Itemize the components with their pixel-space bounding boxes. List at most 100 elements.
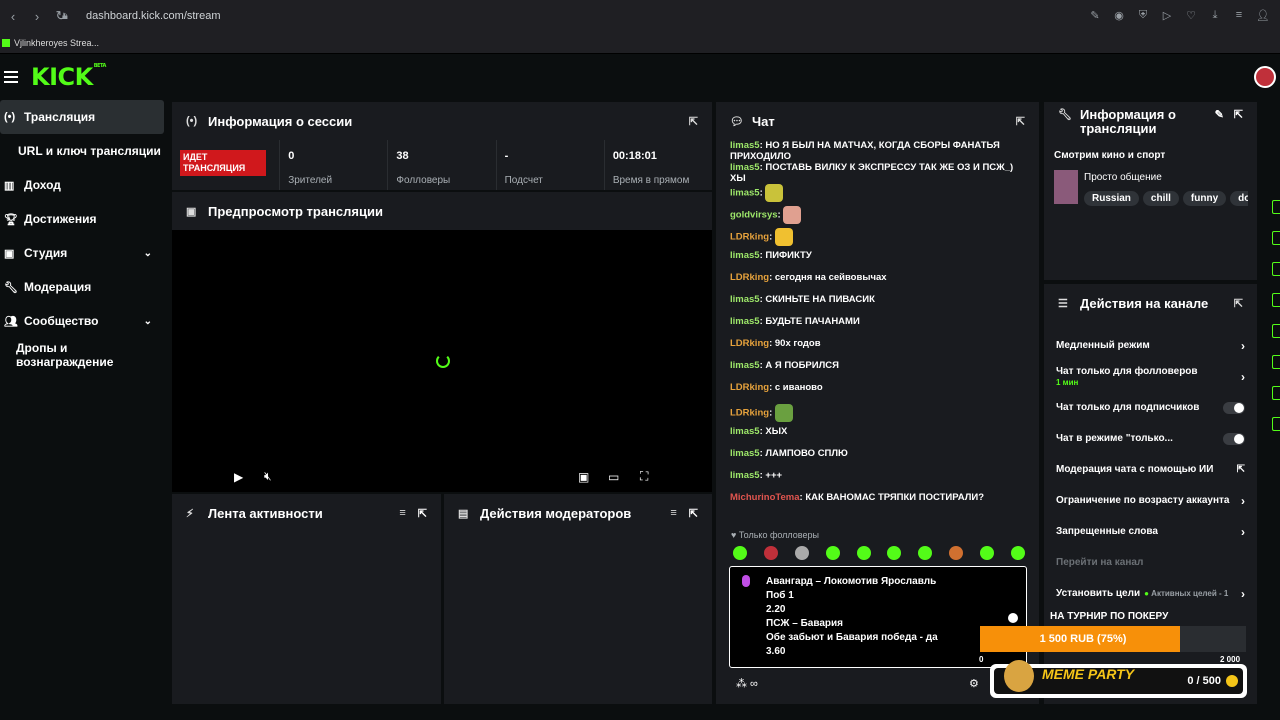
mute-icon[interactable]: 🔇︎ (264, 469, 272, 484)
menu-icon[interactable]: ≡ (1230, 6, 1248, 24)
meme-party-widget: MEME PARTY 0 / 500 (990, 660, 1247, 698)
fullscreen-icon[interactable]: ⛶ (640, 469, 648, 484)
sidebar-item-drops[interactable]: Дропы и вознаграждение (0, 338, 164, 372)
bolt-icon: ⚡︎ (186, 507, 194, 520)
download-icon[interactable]: ⤓ (1206, 6, 1224, 24)
set-goals-row[interactable]: Установить цели ● Активных целей - 1 › (1044, 578, 1257, 609)
go-to-channel-row[interactable]: Перейти на канал (1044, 547, 1257, 578)
ai-moderation-row[interactable]: Модерация чата с помощью ИИ ⇱ (1044, 454, 1257, 485)
emote-icon[interactable] (794, 546, 809, 560)
profile-icon[interactable]: 👤︎ (1254, 6, 1272, 24)
bookmark-item[interactable]: Vjlinkheroyes Strea... (14, 38, 99, 48)
play-icon[interactable]: ▷ (1158, 6, 1176, 24)
chat-username[interactable]: LDRking (730, 338, 769, 349)
tag: dota2 (1230, 191, 1248, 206)
banned-words-row[interactable]: Запрещенные слова › (1044, 516, 1257, 547)
chat-username[interactable]: goldvirsys (730, 210, 778, 221)
followers-only-row[interactable]: Чат только для фолловеров 1 мин › (1044, 361, 1257, 392)
chat-username[interactable]: LDRking (730, 408, 769, 419)
filter-icon[interactable]: ≡ (670, 507, 676, 519)
edit-icon[interactable]: ✎ (1215, 108, 1224, 121)
emote-icon[interactable] (980, 546, 994, 560)
chat-username[interactable]: limas5 (730, 316, 760, 327)
emote-icon[interactable] (887, 546, 902, 560)
chat-message: MichurinoTema: КАК ВАНОМАС ТРЯПКИ ПОСТИР… (730, 492, 985, 503)
chat-username[interactable]: limas5 (730, 162, 760, 173)
chat-username[interactable]: limas5 (730, 250, 760, 261)
emote-icon[interactable] (825, 546, 840, 560)
chat-username[interactable]: limas5 (730, 448, 760, 459)
emote-only-toggle[interactable] (1223, 432, 1245, 445)
mic-icon[interactable] (742, 575, 750, 587)
chat-username[interactable]: MichurinoTema (730, 492, 800, 503)
chat-username[interactable]: limas5 (730, 140, 760, 151)
sidebar-item-studio[interactable]: ▣ Студия ⌄ (0, 236, 164, 270)
chat-username[interactable]: LDRking (730, 382, 769, 393)
edit-icon[interactable]: ✎ (1086, 6, 1104, 24)
address-bar[interactable]: 🔒︎ dashboard.kick.com/stream (62, 4, 1102, 28)
chat-messages: limas5: НО Я БЫЛ НА МАТЧАХ, КОГДА СБОРЫ … (730, 140, 1030, 514)
sidebar-item-url-key[interactable]: URL и ключ трансляции (0, 134, 164, 168)
forward-icon[interactable]: › (26, 5, 48, 27)
popout-icon[interactable]: ⇱ (1016, 115, 1025, 128)
sidebar-item-stream[interactable]: (•) Трансляция (0, 100, 164, 134)
chat-username[interactable]: LDRking (730, 232, 769, 243)
popout-icon[interactable]: ⇱ (1234, 108, 1243, 121)
emote-icon[interactable] (918, 546, 933, 560)
chevron-down-icon: ⌄ (143, 247, 152, 259)
kick-logo[interactable]: KICKBETA (31, 63, 106, 91)
chat-username[interactable]: limas5 (730, 294, 760, 305)
document-icon: ▤ (458, 507, 469, 520)
shield-icon[interactable]: ⛨ (1134, 6, 1152, 24)
filter-icon[interactable]: ≡ (399, 507, 405, 519)
chat-username[interactable]: limas5 (730, 426, 760, 437)
external-link-icon: ⇱ (1236, 464, 1245, 475)
kick-favicon-icon (2, 38, 10, 47)
theater-icon[interactable]: ▭ (608, 470, 619, 484)
chat-message: LDRking: сегодня на сейвовычах (730, 272, 887, 283)
emote-icon[interactable] (856, 546, 871, 560)
count-stat: - Подсчет (495, 140, 604, 190)
settings-gear-icon[interactable]: ⚙ (969, 677, 979, 690)
subscribers-only-toggle[interactable] (1223, 401, 1245, 414)
chat-input[interactable]: Авангард – Локомотив Ярославль Поб 1 2.2… (729, 566, 1027, 668)
popout-icon[interactable]: ⇱ (689, 115, 698, 128)
video-player[interactable]: ▶ 🔇︎ ▣ ▭ ⛶ (172, 230, 712, 492)
sidebar-item-community[interactable]: 👥︎ Сообщество ⌄ (0, 304, 164, 338)
sidebar-item-achievements[interactable]: 🏆︎ Достижения (0, 202, 164, 236)
sidebar-item-revenue[interactable]: ▥ Доход (0, 168, 164, 202)
chat-username[interactable]: limas5 (730, 360, 760, 371)
back-icon[interactable]: ‹ (2, 5, 24, 27)
preview-icon: ▣ (186, 205, 197, 218)
emoji-icon[interactable] (1008, 613, 1018, 623)
emote-icon[interactable] (949, 546, 964, 560)
infinity-icon[interactable]: ⁂ ∞ (736, 677, 758, 690)
camera-icon[interactable]: ◉ (1110, 6, 1128, 24)
play-icon[interactable]: ▶ (234, 470, 243, 484)
slow-mode-row[interactable]: Медленный режим › (1044, 330, 1257, 361)
stream-title: Смотрим кино и спорт (1054, 150, 1166, 161)
chat-username[interactable]: LDRking (730, 272, 769, 283)
account-age-row[interactable]: Ограничение по возрасту аккаунта › (1044, 485, 1257, 516)
hamburger-icon[interactable] (4, 71, 18, 83)
emote-icon[interactable] (1010, 546, 1025, 560)
pip-icon[interactable]: ▣ (578, 470, 589, 484)
emote-icon[interactable] (733, 546, 747, 560)
emote-icon[interactable] (763, 546, 778, 560)
chat-message: limas5: СКИНЬТЕ НА ПИВАСИК (730, 294, 875, 305)
goal-max: 2 000 (1220, 655, 1241, 664)
popout-icon[interactable]: ⇱ (418, 507, 427, 520)
chat-text: 90х годов (774, 338, 821, 349)
heart-icon[interactable]: ♡ (1182, 6, 1200, 24)
sidebar-item-moderation[interactable]: 🔧︎ Модерация (0, 270, 164, 304)
avatar[interactable] (1254, 66, 1276, 88)
popout-icon[interactable]: ⇱ (689, 507, 698, 520)
session-info-panel: (•) Информация о сессии ⇱ (172, 102, 712, 140)
chat-username[interactable]: limas5 (730, 188, 760, 199)
chat-text: НО Я БЫЛ НА МАТЧАХ, КОГДА СБОРЫ ФАНАТЬЯ … (730, 140, 1000, 162)
goal-min: 0 (979, 655, 984, 664)
chat-username[interactable]: limas5 (730, 470, 760, 481)
chat-text: СКИНЬТЕ НА ПИВАСИК (765, 294, 875, 305)
chat-text: ПОСТАВЬ ВИЛКУ К ЭКСПРЕССУ ТАК ЖЕ ОЗ И ПС… (730, 162, 1014, 184)
popout-icon[interactable]: ⇱ (1234, 297, 1243, 310)
